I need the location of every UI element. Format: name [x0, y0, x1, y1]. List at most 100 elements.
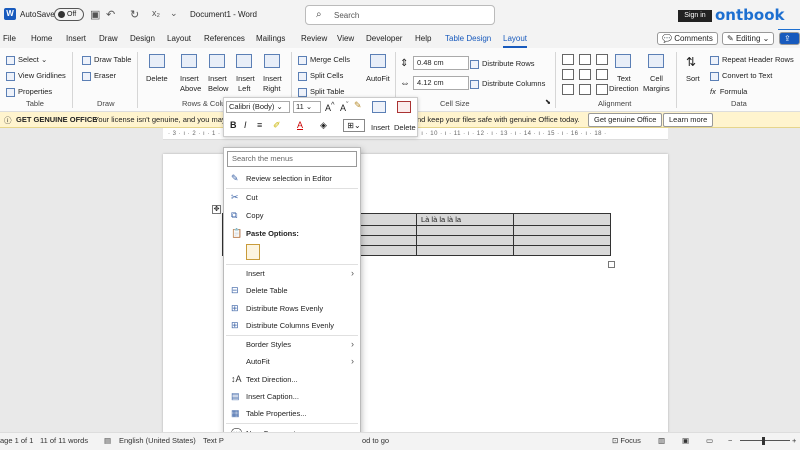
highlight-icon[interactable]: ✐: [273, 120, 281, 131]
distribute-columns-button[interactable]: Distribute Columns: [470, 79, 545, 89]
properties-button[interactable]: Properties: [6, 87, 52, 97]
align-middle-right-icon[interactable]: [596, 69, 608, 80]
mini-delete-button[interactable]: Delete: [394, 123, 416, 132]
get-genuine-office-button[interactable]: Get genuine Office: [588, 113, 663, 127]
tab-mailings[interactable]: Mailings: [256, 34, 285, 43]
tab-draw[interactable]: Draw: [99, 34, 118, 43]
tab-file[interactable]: File: [3, 34, 16, 43]
comments-button[interactable]: 💬 Comments: [657, 32, 718, 45]
table-cell[interactable]: [513, 235, 611, 246]
customize-qat-icon[interactable]: ⌄: [170, 8, 178, 19]
view-gridlines-button[interactable]: View Gridlines: [6, 71, 66, 81]
text-direction-line2[interactable]: Direction: [609, 84, 639, 93]
menu-distribute-rows[interactable]: ⊞ Distribute Rows Evenly: [224, 301, 360, 316]
insert-left-line2[interactable]: Left: [238, 84, 251, 93]
share-button[interactable]: ⇪: [779, 32, 800, 45]
accessibility-status[interactable]: od to go: [362, 436, 389, 445]
focus-button[interactable]: ⊡ Focus: [612, 436, 641, 445]
tab-design[interactable]: Design: [130, 34, 155, 43]
italic-icon[interactable]: I: [244, 120, 247, 130]
split-table-button[interactable]: Split Table: [298, 87, 344, 97]
subscript-icon[interactable]: x₂: [152, 8, 160, 18]
select-button[interactable]: Select ⌄: [6, 55, 47, 65]
insert-left-line1[interactable]: Insert: [236, 74, 255, 83]
redo-icon[interactable]: ↻: [130, 8, 139, 21]
delete-table-mini-icon[interactable]: [397, 101, 411, 113]
tab-home[interactable]: Home: [31, 34, 52, 43]
table-cell[interactable]: Là là la là la: [416, 213, 514, 226]
undo-icon[interactable]: ↶: [106, 8, 115, 21]
read-mode-icon[interactable]: ▥: [658, 436, 665, 445]
split-cells-button[interactable]: Split Cells: [298, 71, 343, 81]
table-resize-handle[interactable]: [608, 261, 615, 268]
align-top-center-icon[interactable]: [579, 54, 591, 65]
center-align-icon[interactable]: ≡: [257, 120, 262, 130]
table-cell[interactable]: [416, 225, 514, 236]
tab-view[interactable]: View: [337, 34, 354, 43]
menu-table-properties[interactable]: ▦ Table Properties...: [224, 406, 360, 421]
shrink-font-icon[interactable]: Aˇ: [340, 100, 349, 113]
font-color-icon[interactable]: A: [297, 120, 303, 130]
mini-insert-button[interactable]: Insert: [371, 123, 390, 132]
insert-right-line2[interactable]: Right: [263, 84, 281, 93]
align-top-left-icon[interactable]: [562, 54, 574, 65]
table-move-handle-icon[interactable]: ✥: [212, 205, 221, 214]
menu-distribute-columns[interactable]: ⊞ Distribute Columns Evenly: [224, 318, 360, 333]
learn-more-button[interactable]: Learn more: [663, 113, 714, 127]
tab-help[interactable]: Help: [415, 34, 431, 43]
insert-below-line2[interactable]: Below: [208, 84, 228, 93]
format-painter-icon[interactable]: ✎: [354, 100, 362, 111]
cell-margins-line2[interactable]: Margins: [643, 84, 670, 93]
column-width-input[interactable]: 4.12 cm: [413, 76, 469, 90]
cell-margins-line1[interactable]: Cell: [650, 74, 663, 83]
menu-search-input[interactable]: Search the menus: [227, 151, 357, 167]
sort-button[interactable]: Sort: [686, 74, 700, 83]
convert-to-text-button[interactable]: Convert to Text: [710, 71, 772, 81]
autofit-button[interactable]: AutoFit: [366, 74, 390, 83]
tab-table-design[interactable]: Table Design: [445, 34, 491, 43]
menu-review-selection[interactable]: ✎ Review selection in Editor: [224, 171, 360, 186]
tab-table-layout[interactable]: Layout: [503, 34, 528, 48]
word-count[interactable]: 11 of 11 words: [40, 436, 88, 445]
autosave-toggle[interactable]: Off: [54, 8, 84, 21]
zoom-out-icon[interactable]: −: [728, 436, 732, 445]
distribute-rows-button[interactable]: Distribute Rows: [470, 59, 535, 69]
language[interactable]: English (United States): [119, 436, 196, 445]
bold-icon[interactable]: B: [230, 120, 237, 130]
zoom-slider-handle[interactable]: [762, 437, 765, 445]
menu-autofit[interactable]: AutoFit ›: [224, 354, 360, 369]
table-cell[interactable]: [513, 225, 611, 236]
align-middle-center-icon[interactable]: [579, 69, 591, 80]
save-icon[interactable]: ▣: [90, 8, 100, 21]
paste-keep-formatting-icon[interactable]: [246, 244, 260, 260]
web-layout-icon[interactable]: ▭: [706, 436, 713, 445]
print-layout-icon[interactable]: ▣: [682, 436, 689, 445]
insert-table-icon[interactable]: [372, 101, 386, 113]
merge-cells-button[interactable]: Merge Cells: [298, 55, 350, 65]
menu-delete-table[interactable]: ⊟ Delete Table: [224, 283, 360, 298]
cell-size-launcher-icon[interactable]: ⬊: [545, 98, 551, 106]
menu-text-direction[interactable]: ↕A Text Direction...: [224, 372, 360, 387]
editing-button[interactable]: ✎ Editing ⌄: [722, 32, 775, 45]
menu-insert[interactable]: Insert ›: [224, 266, 360, 281]
tab-developer[interactable]: Developer: [366, 34, 402, 43]
sign-in-button[interactable]: Sign in: [678, 10, 712, 22]
draw-table-button[interactable]: Draw Table: [82, 55, 131, 65]
font-name-field[interactable]: Calibri (Body) ⌄: [226, 101, 290, 113]
table-cell[interactable]: [416, 235, 514, 246]
text-predictions[interactable]: Text P: [203, 436, 224, 445]
zoom-in-icon[interactable]: +: [792, 436, 796, 445]
proofing-icon[interactable]: ▤: [104, 436, 111, 445]
grow-font-icon[interactable]: A^: [325, 100, 335, 113]
align-bottom-left-icon[interactable]: [562, 84, 574, 95]
tab-references[interactable]: References: [204, 34, 245, 43]
search-box[interactable]: ⌕ Search: [305, 5, 495, 25]
zoom-slider[interactable]: [740, 440, 790, 441]
formula-button[interactable]: fx Formula: [710, 87, 747, 96]
menu-insert-caption[interactable]: ▤ Insert Caption...: [224, 389, 360, 404]
align-middle-left-icon[interactable]: [562, 69, 574, 80]
insert-below-line1[interactable]: Insert: [208, 74, 227, 83]
menu-cut[interactable]: ✂ Cut: [224, 190, 360, 205]
tab-review[interactable]: Review: [301, 34, 327, 43]
table-cell[interactable]: [513, 213, 611, 226]
